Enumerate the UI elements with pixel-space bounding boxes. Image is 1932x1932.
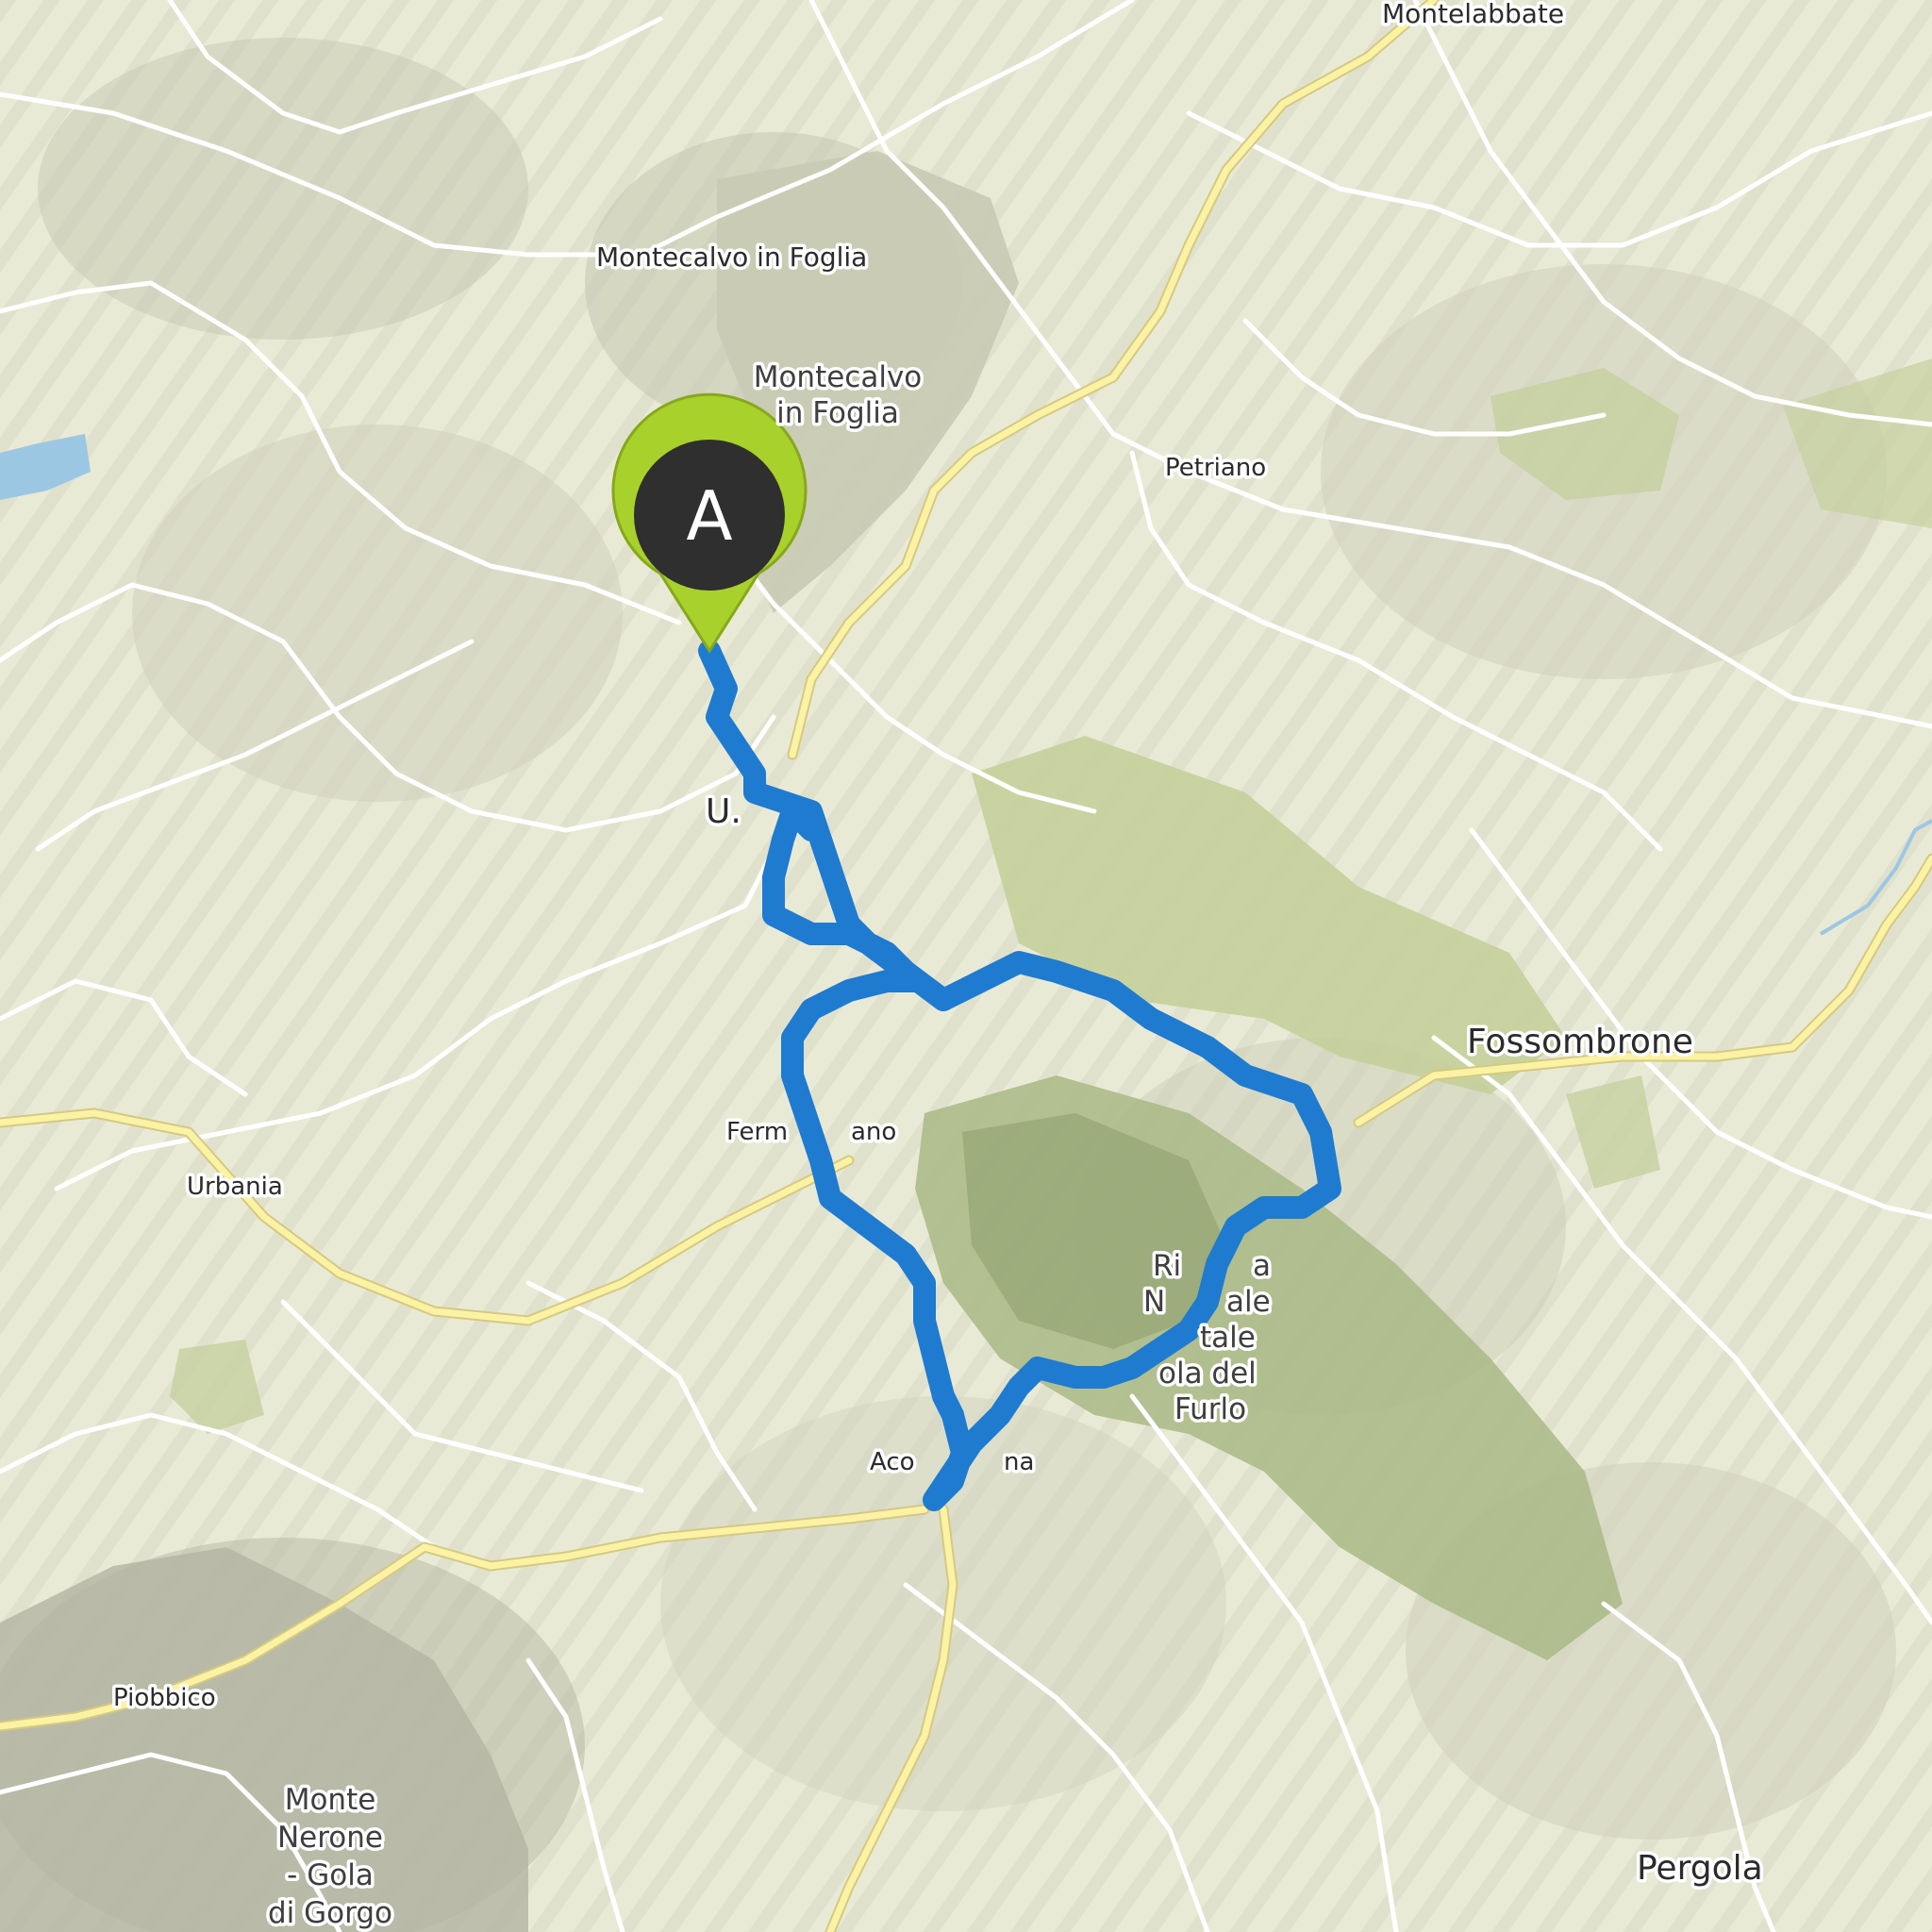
- label-piobbico: Piobbico: [113, 1684, 216, 1712]
- label-montecalvo-town: Montecalvo in Foglia: [596, 242, 867, 273]
- label-monte-nerone-4: di Gorgo: [268, 1896, 392, 1930]
- label-reserve-1b: a: [1253, 1249, 1271, 1283]
- label-fermignano-partial: Ferm: [726, 1118, 788, 1146]
- label-fossombrone: Fossombrone: [1467, 1023, 1693, 1061]
- label-reserve-3: tale: [1200, 1321, 1256, 1355]
- label-reserve-4: ola del: [1158, 1357, 1257, 1391]
- label-monte-nerone-3: - Gola: [287, 1858, 374, 1892]
- label-monte-nerone-1: Monte: [285, 1783, 376, 1817]
- label-fermignano-partial-end: ano: [851, 1118, 896, 1146]
- label-reserve-1: Ri: [1153, 1249, 1181, 1283]
- marker-letter: A: [686, 476, 732, 556]
- label-monte-nerone-2: Nerone: [277, 1821, 383, 1855]
- label-acqualagna-partial-end: na: [1004, 1448, 1034, 1476]
- map-layer: A Montelabbate Montecalvo in Foglia Mont…: [0, 0, 1932, 1932]
- label-reserve-5: Furlo: [1174, 1392, 1246, 1426]
- label-pergola: Pergola: [1637, 1849, 1763, 1888]
- label-urbania: Urbania: [187, 1173, 283, 1201]
- label-montecalvo-area-2: in Foglia: [776, 396, 899, 430]
- map-canvas[interactable]: A Montelabbate Montecalvo in Foglia Mont…: [0, 0, 1932, 1932]
- label-montelabbate: Montelabbate: [1382, 0, 1564, 29]
- label-urbino-partial: U.: [706, 792, 741, 831]
- label-acqualagna-partial: Aco: [870, 1448, 915, 1476]
- label-montecalvo-area-1: Montecalvo: [754, 360, 923, 394]
- label-reserve-2: N: [1143, 1285, 1165, 1319]
- label-petriano: Petriano: [1165, 454, 1266, 482]
- label-reserve-2b: ale: [1226, 1285, 1271, 1319]
